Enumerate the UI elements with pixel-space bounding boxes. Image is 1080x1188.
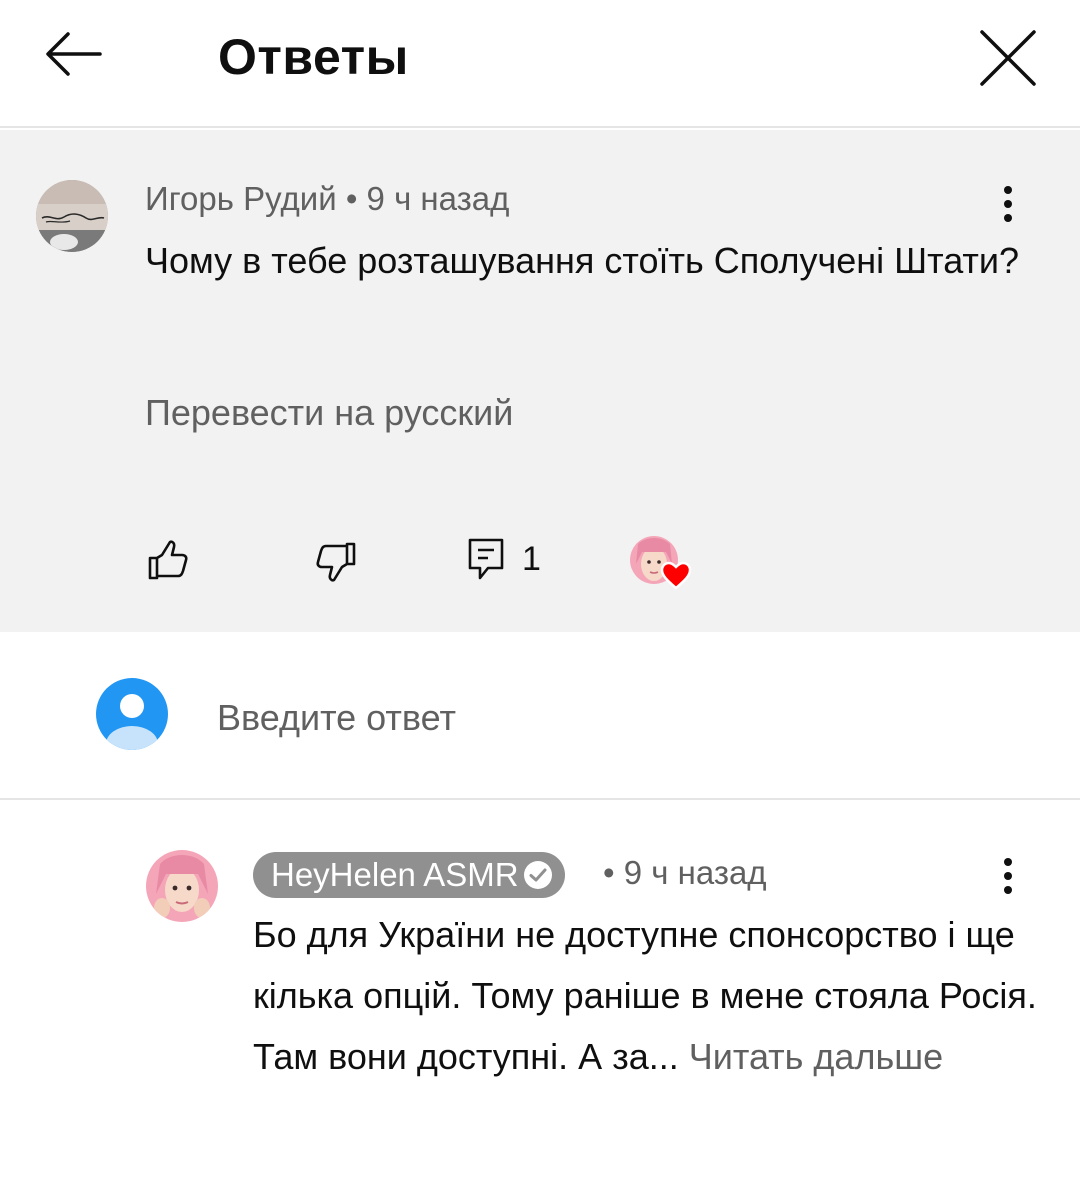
like-icon — [148, 540, 188, 580]
translate-link[interactable]: Перевести на русский — [145, 392, 513, 434]
arrow-left-icon — [46, 32, 102, 76]
header: Ответы — [0, 0, 1080, 128]
avatar-image — [36, 180, 108, 252]
comment-time: 9 ч назад — [366, 180, 510, 217]
meta-separator: • — [345, 180, 358, 217]
reply-comment: HeyHelen ASMR • 9 ч назад Бо для України… — [0, 802, 1080, 1188]
avatar[interactable] — [146, 850, 218, 922]
reply-button[interactable] — [466, 536, 506, 587]
reply-input-row — [0, 632, 1080, 800]
author-name: HeyHelen ASMR — [271, 856, 519, 893]
avatar[interactable] — [36, 180, 108, 252]
avatar-image — [146, 850, 218, 922]
comment-text: Бо для України не доступне спонсорство і… — [253, 904, 1043, 1087]
comment-meta: Игорь Рудий • 9 ч назад — [145, 180, 509, 218]
user-avatar-icon — [96, 678, 168, 750]
more-options-button[interactable] — [988, 848, 1028, 904]
close-icon — [980, 30, 1036, 86]
creator-heart-icon — [630, 536, 692, 590]
read-more-link[interactable]: Читать дальше — [689, 1036, 943, 1077]
page-title: Ответы — [218, 29, 409, 85]
back-button[interactable] — [38, 22, 108, 86]
reply-count: 1 — [522, 540, 541, 578]
author-name[interactable]: Игорь Рудий — [145, 180, 337, 217]
comment-meta: • 9 ч назад — [603, 854, 767, 892]
meta-separator: • — [603, 854, 615, 891]
author-badge[interactable]: HeyHelen ASMR — [253, 852, 565, 898]
comment-time: 9 ч назад — [623, 854, 767, 891]
like-button[interactable] — [146, 538, 190, 587]
creator-heart — [628, 534, 692, 594]
replies-screen: Ответы Игорь Рудий • 9 ч назад Чому в те… — [0, 0, 1080, 1188]
more-options-button[interactable] — [988, 176, 1028, 232]
dislike-icon — [316, 542, 356, 582]
comment-text: Чому в тебе розташування стоїть Сполучен… — [145, 240, 1020, 281]
close-button[interactable] — [972, 22, 1044, 94]
parent-comment: Игорь Рудий • 9 ч назад Чому в тебе розт… — [0, 130, 1080, 632]
reply-input[interactable] — [217, 690, 997, 746]
dislike-button[interactable] — [314, 540, 358, 589]
user-avatar[interactable] — [96, 678, 168, 750]
verified-icon — [523, 861, 552, 889]
reply-icon — [468, 538, 504, 580]
